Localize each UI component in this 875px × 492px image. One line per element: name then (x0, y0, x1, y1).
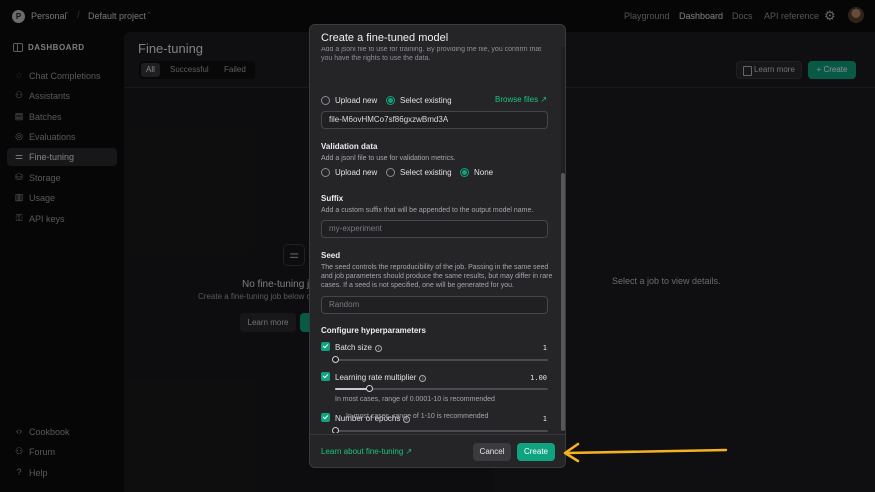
training-data-description: Add a jsonl file to use for training. By… (321, 47, 542, 62)
scrollbar-thumb[interactable] (561, 173, 565, 431)
validation-upload-new-radio[interactable] (321, 168, 330, 177)
cancel-button[interactable]: Cancel (473, 443, 511, 461)
epochs-checkbox[interactable] (321, 413, 330, 422)
suffix-title: Suffix (321, 194, 344, 203)
learning-rate-checkbox[interactable] (321, 372, 330, 381)
validation-select-existing-label[interactable]: Select existing (400, 168, 452, 177)
validation-upload-new-label[interactable]: Upload new (335, 168, 377, 177)
batch-size-label: Batch size i (335, 343, 382, 352)
dialog-body: Add a jsonl file to use for training. By… (310, 47, 561, 433)
epochs-value: 1 (542, 415, 547, 423)
info-icon[interactable]: i (374, 345, 382, 352)
learning-rate-slider[interactable] (335, 385, 548, 392)
validation-select-existing-radio[interactable] (386, 168, 395, 177)
training-upload-new-radio[interactable] (321, 96, 330, 105)
training-select-existing-radio[interactable] (386, 96, 395, 105)
training-select-existing-label[interactable]: Select existing (400, 96, 452, 105)
batch-size-checkbox[interactable] (321, 342, 330, 351)
seed-input[interactable]: Random (321, 296, 548, 314)
batch-size-value: 1 (542, 344, 547, 352)
slider-handle[interactable] (332, 356, 339, 363)
footer-divider (310, 434, 565, 435)
dialog-scrollbar[interactable] (561, 47, 565, 433)
learning-rate-hint: In most cases, range of 0.0001-10 is rec… (335, 396, 495, 403)
learn-about-fine-tuning-link[interactable]: Learn about fine-tuning ↗ (321, 447, 412, 456)
info-icon[interactable]: i (419, 375, 427, 382)
create-fine-tuned-model-dialog: Create a fine-tuned model Add a jsonl fi… (309, 24, 566, 468)
training-file-input[interactable]: file-M6ovHMCo7sf86gxzwBmd3A (321, 111, 548, 129)
epochs-hint: In most cases, range of 1-10 is recommen… (346, 413, 489, 420)
suffix-description: Add a custom suffix that will be appende… (321, 207, 534, 214)
browse-files-link[interactable]: Browse files ↗ (495, 95, 547, 104)
create-button[interactable]: Create (517, 443, 555, 461)
validation-title: Validation data (321, 142, 378, 151)
epochs-slider[interactable] (332, 427, 548, 433)
slider-fill (335, 388, 370, 390)
learning-rate-label: Learning rate multiplier i (335, 373, 427, 382)
dialog-title: Create a fine-tuned model (321, 32, 449, 44)
learning-rate-value: 1.00 (530, 374, 547, 382)
suffix-input[interactable]: my-experiment (321, 220, 548, 238)
training-upload-new-label[interactable]: Upload new (335, 96, 377, 105)
slider-handle[interactable] (366, 385, 374, 392)
annotation-arrow-icon (563, 442, 728, 463)
validation-none-label[interactable]: None (474, 168, 493, 177)
validation-none-radio[interactable] (460, 168, 469, 177)
batch-size-slider[interactable] (332, 356, 548, 363)
seed-description: The seed controls the reproducibility of… (321, 264, 553, 289)
seed-title: Seed (321, 251, 341, 260)
hyperparameters-title: Configure hyperparameters (321, 326, 426, 335)
validation-description: Add a jsonl file to use for validation m… (321, 155, 456, 162)
slider-handle[interactable] (332, 427, 339, 433)
